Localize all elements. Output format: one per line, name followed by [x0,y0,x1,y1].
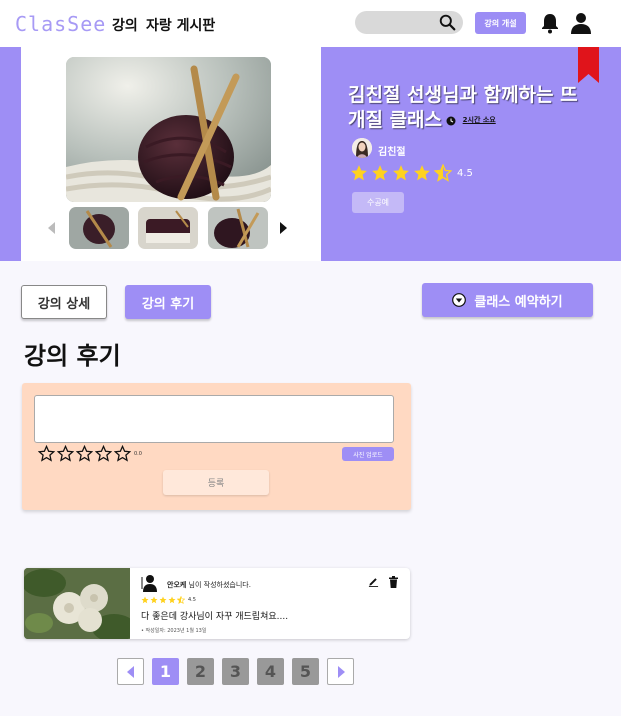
star-full-icon [414,165,430,181]
logo[interactable]: ClasSee [15,12,106,36]
content-area: 강의 상세 강의 후기 클래스 예약하기 강의 후기 0.0 사진 업로드 등록 [0,261,621,716]
nav-showoff-board[interactable]: 자랑 게시판 [146,15,215,35]
bookmark-icon[interactable] [578,47,599,83]
reserve-class-button[interactable]: 클래스 예약하기 [422,283,593,317]
pagination-page[interactable]: 3 [222,658,249,685]
review-text-input[interactable] [34,395,394,443]
section-title: 강의 후기 [24,342,121,370]
review-text: 다 좋은데 강사님이 자꾸 개드립쳐요.... [141,612,289,622]
star-half-icon [434,164,452,182]
class-hero-banner: 김친절 선생님과 함께하는 뜨개질 클래스 2시간 소요 김친절 4.5 수공예 [0,47,621,261]
star-full-icon [351,165,367,181]
photo-upload-button[interactable]: 사진 업로드 [342,447,394,461]
submit-review-button[interactable]: 등록 [163,470,269,495]
chevron-down-circle-icon [452,293,467,307]
top-nav-bar: ClasSee 강의 자랑 게시판 강의 개설 [0,0,621,47]
search-input[interactable] [355,11,463,34]
review-rating-input[interactable]: 0.0 [38,445,142,462]
trash-icon[interactable] [388,576,399,588]
class-rating-stars [350,163,452,183]
thumbnail-image [208,207,268,249]
teacher-name: 김친절 [378,147,406,158]
gallery-prev-arrow[interactable] [48,222,55,234]
star-empty-icon[interactable] [57,445,74,462]
gallery-thumbnail[interactable] [69,207,129,249]
star-empty-icon[interactable] [38,445,55,462]
tab-class-review[interactable]: 강의 후기 [125,285,211,319]
clock-icon [446,116,456,125]
star-empty-icon[interactable] [114,445,131,462]
gallery-next-arrow[interactable] [280,222,287,234]
pagination-next-button[interactable] [327,658,354,685]
review-date-text: 작성일자: 2023년 1월 13일 [145,628,207,634]
pagination-page[interactable]: 2 [187,658,214,685]
pagination-prev-button[interactable] [117,658,144,685]
thumbnail-image [138,207,198,249]
star-full-icon [141,596,149,604]
pagination-page[interactable]: 4 [257,658,284,685]
star-half-icon [177,596,185,604]
main-class-photo [66,57,271,202]
review-card: 안오케 님이 작성하셨습니다. 4.5 다 좋은데 강사님이 자꾸 개드립쳐요.… [24,568,410,639]
gallery-thumbnail[interactable] [208,207,268,249]
review-form: 0.0 사진 업로드 등록 [22,383,411,510]
user-icon[interactable] [569,11,593,35]
chevron-left-icon [126,665,134,678]
avatar-image [352,138,372,158]
gallery-thumbnail[interactable] [138,207,198,249]
review-rating-stars: 4.5 [141,596,196,604]
star-empty-icon[interactable] [95,445,112,462]
edit-icon[interactable] [368,576,379,587]
reserve-class-label: 클래스 예약하기 [474,294,563,310]
review-rating-value: 0.0 [134,450,142,457]
review-author-suffix: 님이 작성하셨습니다. [186,581,251,589]
bell-icon[interactable] [540,12,560,34]
nav-lectures[interactable]: 강의 [112,15,138,35]
search-icon[interactable] [439,14,456,31]
pagination-page[interactable]: 5 [292,658,319,685]
knitting-yarn-image [66,57,271,202]
review-photo [24,568,136,639]
star-full-icon [159,596,167,604]
star-full-icon [372,165,388,181]
tab-class-detail[interactable]: 강의 상세 [21,285,107,319]
review-author: 안오케 [167,581,187,589]
star-empty-icon[interactable] [76,445,93,462]
review-date: • 작성일자: 2023년 1월 13일 [141,628,207,634]
class-duration: 2시간 소요 [462,116,496,124]
reviewer-avatar-icon [141,575,157,592]
thumbnail-image [69,207,129,249]
chevron-right-icon [337,665,345,678]
open-class-button[interactable]: 강의 개설 [475,12,526,34]
gallery-panel [21,47,321,261]
star-full-icon [393,165,409,181]
star-full-icon [168,596,176,604]
star-full-icon [150,596,158,604]
review-author-line: 안오케 님이 작성하셨습니다. [167,580,251,590]
class-title: 김친절 선생님과 함께하는 뜨개질 클래스 2시간 소요 [348,83,578,133]
pagination: 1 2 3 4 5 [117,658,354,685]
category-tag[interactable]: 수공예 [352,192,404,213]
review-rating-value: 4.5 [188,597,196,603]
pagination-page[interactable]: 1 [152,658,179,685]
class-rating-value: 4.5 [457,168,473,179]
teacher-avatar [352,138,372,158]
review-photo-image [24,568,136,639]
